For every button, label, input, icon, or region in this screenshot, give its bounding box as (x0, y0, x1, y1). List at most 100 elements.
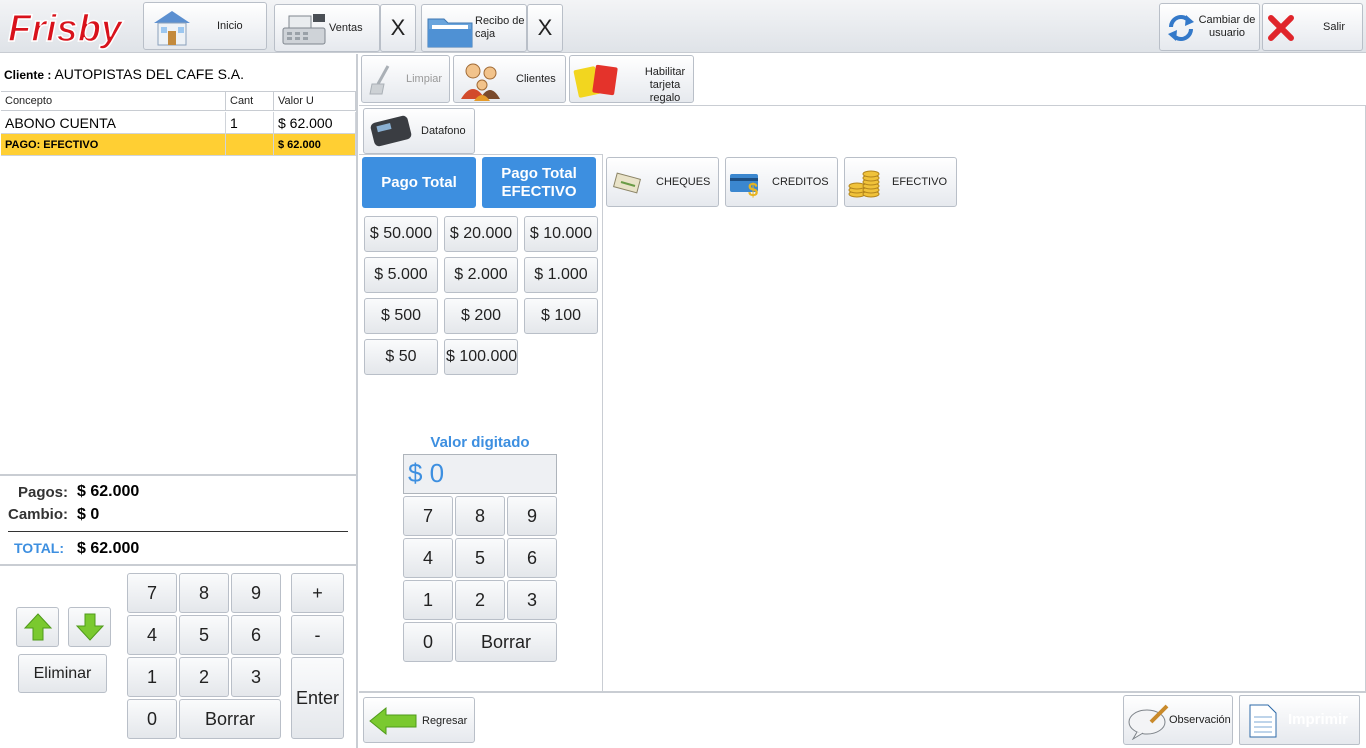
totals-divider-top (0, 474, 356, 476)
enter-button[interactable]: Enter (291, 657, 344, 739)
card-terminal-icon (368, 115, 414, 152)
valor-key-8[interactable]: 8 (455, 496, 505, 536)
total-value: $ 62.000 (77, 540, 140, 557)
valor-key-4[interactable]: 4 (403, 538, 453, 578)
left-panel: Cliente : AUTOPISTAS DEL CAFE S.A. Conce… (0, 54, 358, 748)
svg-text:$: $ (748, 180, 758, 198)
home-icon (150, 7, 194, 50)
check-icon (612, 170, 643, 199)
totals-line (8, 531, 348, 532)
top-toolbar: Frisby Inicio Ventas X Recibo de caja X … (0, 0, 1366, 53)
amount-200-button[interactable]: $ 200 (444, 298, 518, 334)
eliminar-button[interactable]: Eliminar (18, 654, 107, 693)
key-4[interactable]: 4 (127, 615, 177, 655)
key-5[interactable]: 5 (179, 615, 229, 655)
svg-text:Frisby: Frisby (8, 8, 124, 50)
recibo-caja-label: Recibo de caja (475, 15, 525, 40)
clientes-button[interactable]: Clientes (453, 55, 566, 103)
client-label: Cliente : (4, 68, 52, 82)
cambiar-usuario-button[interactable]: Cambiar de usuario (1159, 3, 1260, 51)
folder-icon (426, 11, 474, 52)
amount-100-button[interactable]: $ 100 (524, 298, 598, 334)
grid-header-cant: Cant (226, 91, 274, 111)
cards-icon (572, 62, 622, 101)
valor-key-5[interactable]: 5 (455, 538, 505, 578)
key-7[interactable]: 7 (127, 573, 177, 613)
amount-100000-button[interactable]: $ 100.000 (444, 339, 518, 375)
key-8[interactable]: 8 (179, 573, 229, 613)
clientes-label: Clientes (516, 73, 556, 85)
amount-2000-button[interactable]: $ 2.000 (444, 257, 518, 293)
imprimir-button[interactable]: Imprimir (1239, 695, 1360, 745)
valor-digitado-label: Valor digitado (430, 434, 530, 451)
up-arrow-button[interactable] (16, 607, 59, 647)
swap-user-icon (1166, 13, 1196, 46)
broom-icon (368, 64, 394, 99)
table-row-valor-selected[interactable]: $ 62.000 (274, 134, 356, 156)
datafono-button[interactable]: Datafono (363, 108, 475, 154)
regresar-button[interactable]: Regresar (363, 697, 475, 743)
arrow-down-icon (75, 613, 104, 641)
key-3[interactable]: 3 (231, 657, 281, 697)
creditos-button[interactable]: $ CREDITOS (725, 157, 838, 207)
valor-key-2[interactable]: 2 (455, 580, 505, 620)
close-icon (1266, 13, 1296, 46)
pago-total-button[interactable]: Pago Total (362, 157, 476, 208)
amount-10000-button[interactable]: $ 10.000 (524, 216, 598, 252)
totals-divider-bottom (0, 564, 356, 566)
habilitar-tarjeta-button[interactable]: Habilitar tarjeta regalo (569, 55, 694, 104)
amount-500-button[interactable]: $ 500 (364, 298, 438, 334)
arrow-left-icon (368, 706, 418, 739)
plus-button[interactable]: + (291, 573, 344, 613)
table-row-concepto[interactable]: ABONO CUENTA (1, 112, 226, 134)
amount-50000-button[interactable]: $ 50.000 (364, 216, 438, 252)
amount-20000-button[interactable]: $ 20.000 (444, 216, 518, 252)
key-1[interactable]: 1 (127, 657, 177, 697)
recibo-caja-button[interactable]: Recibo de caja (421, 4, 527, 52)
limpiar-label: Limpiar (406, 73, 443, 85)
amount-5000-button[interactable]: $ 5.000 (364, 257, 438, 293)
minus-button[interactable]: - (291, 615, 344, 655)
table-row-cant[interactable]: 1 (226, 112, 274, 134)
ventas-button[interactable]: Ventas (274, 4, 380, 52)
table-row-cant-selected[interactable] (226, 134, 274, 156)
datafono-label: Datafono (421, 125, 466, 137)
amount-50-button[interactable]: $ 50 (364, 339, 438, 375)
pagos-label: Pagos: (18, 484, 69, 501)
salir-label: Salir (1323, 21, 1346, 33)
table-row-valor[interactable]: $ 62.000 (274, 112, 356, 134)
key-0[interactable]: 0 (127, 699, 177, 739)
observacion-button[interactable]: Observación (1123, 695, 1233, 745)
cambio-value: $ 0 (77, 506, 100, 523)
frisby-logo: Frisby (4, 3, 136, 51)
table-row-concepto-selected[interactable]: PAGO: EFECTIVO (1, 134, 226, 156)
inicio-button[interactable]: Inicio (143, 2, 267, 50)
coins-icon (847, 164, 881, 203)
valor-borrar-button[interactable]: Borrar (455, 622, 557, 662)
borrar-button[interactable]: Borrar (179, 699, 281, 739)
valor-key-0[interactable]: 0 (403, 622, 453, 662)
valor-key-1[interactable]: 1 (403, 580, 453, 620)
recibo-close-button[interactable]: X (527, 4, 563, 52)
valor-key-3[interactable]: 3 (507, 580, 557, 620)
valor-digitado-field[interactable]: $ 0 (403, 454, 557, 494)
users-icon (456, 59, 506, 104)
limpiar-button[interactable]: Limpiar (361, 55, 450, 103)
salir-button[interactable]: Salir (1262, 3, 1363, 51)
key-6[interactable]: 6 (231, 615, 281, 655)
key-9[interactable]: 9 (231, 573, 281, 613)
key-2[interactable]: 2 (179, 657, 229, 697)
pago-total-efectivo-button[interactable]: Pago Total EFECTIVO (482, 157, 596, 208)
inicio-label: Inicio (217, 20, 243, 32)
grid-header-concepto: Concepto (1, 91, 226, 111)
ventas-close-button[interactable]: X (380, 4, 416, 52)
down-arrow-button[interactable] (68, 607, 111, 647)
cheques-button[interactable]: CHEQUES (606, 157, 719, 207)
valor-key-9[interactable]: 9 (507, 496, 557, 536)
regresar-label: Regresar (422, 715, 468, 727)
valor-key-6[interactable]: 6 (507, 538, 557, 578)
cambiar-usuario-label: Cambiar de usuario (1198, 14, 1256, 39)
valor-key-7[interactable]: 7 (403, 496, 453, 536)
amount-1000-button[interactable]: $ 1.000 (524, 257, 598, 293)
efectivo-button[interactable]: EFECTIVO (844, 157, 957, 207)
